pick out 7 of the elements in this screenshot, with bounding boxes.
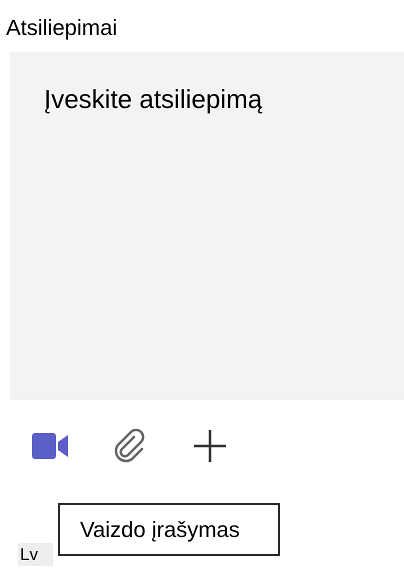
plus-icon	[193, 429, 227, 463]
language-badge: Lv	[18, 543, 53, 566]
field-label: Atsiliepimai	[6, 14, 118, 42]
feedback-field[interactable]: Įveskite atsiliepimą	[10, 52, 404, 400]
tooltip: Vaizdo įrašymas	[58, 503, 280, 556]
video-camera-icon	[32, 433, 68, 459]
paperclip-icon	[114, 429, 146, 463]
